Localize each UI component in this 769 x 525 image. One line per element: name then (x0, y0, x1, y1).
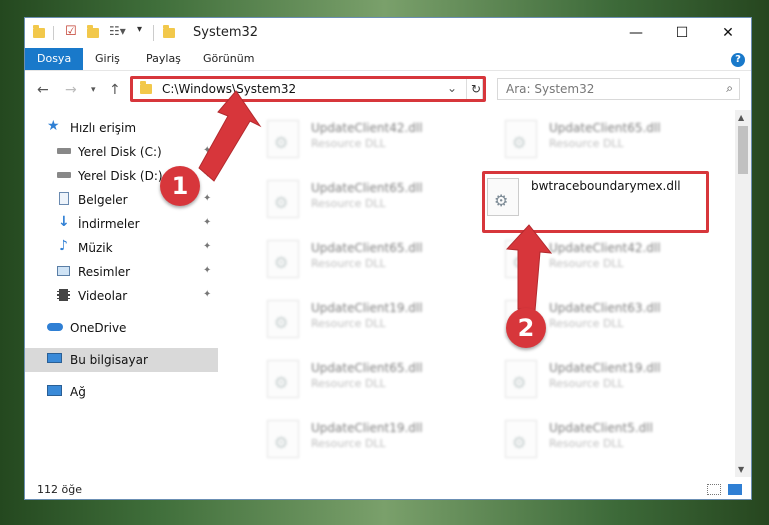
annotation-marker-2: 2 (506, 308, 546, 348)
annotation-arrows (198, 90, 553, 312)
annotation-marker-1: 1 (160, 166, 200, 206)
arrow-2 (505, 224, 553, 312)
arrow-1 (198, 90, 262, 182)
